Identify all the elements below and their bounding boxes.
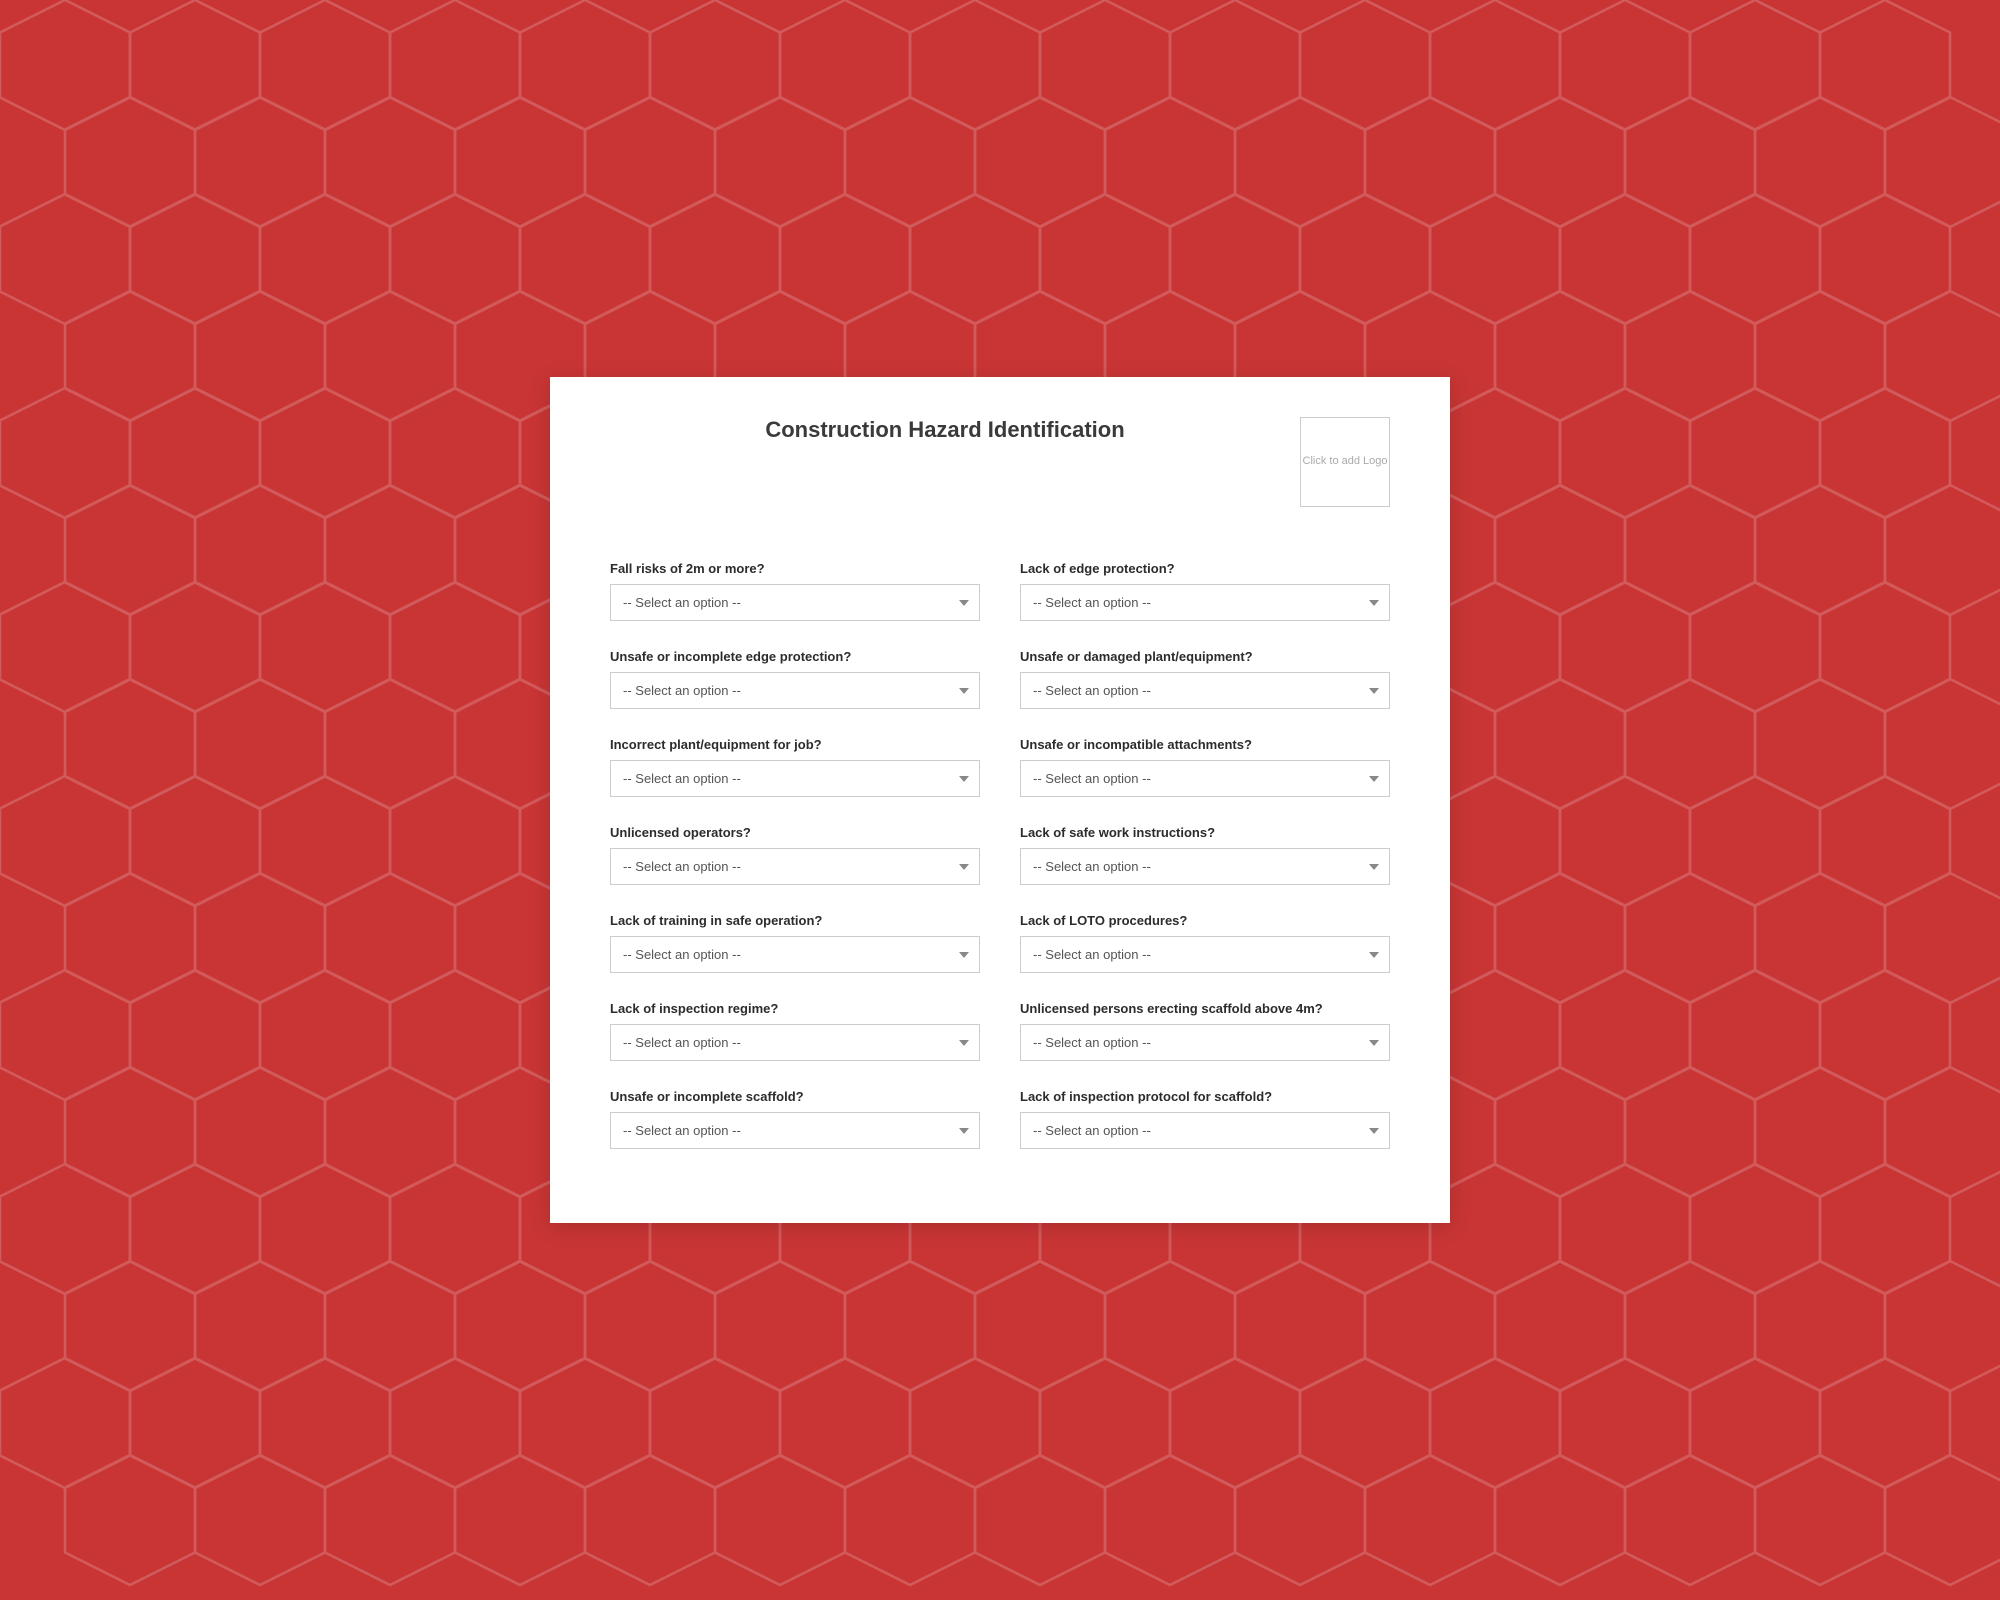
select-unsafe-attachments[interactable]: -- Select an option --YesNoN/A	[1020, 760, 1390, 797]
label-lack-edge-protection: Lack of edge protection?	[1020, 561, 1390, 576]
label-lack-inspection-regime: Lack of inspection regime?	[610, 1001, 980, 1016]
form-group-lack-training: Lack of training in safe operation? -- Se…	[610, 899, 1000, 987]
form-header: Construction Hazard Identification Click…	[610, 417, 1390, 507]
form-group-unlicensed-operators: Unlicensed operators? -- Select an option…	[610, 811, 1000, 899]
form-group-unsafe-scaffold: Unsafe or incomplete scaffold? -- Select …	[610, 1075, 1000, 1163]
label-unsafe-edge-protection: Unsafe or incomplete edge protection?	[610, 649, 980, 664]
label-lack-training: Lack of training in safe operation?	[610, 913, 980, 928]
select-lack-training[interactable]: -- Select an option --YesNoN/A	[610, 936, 980, 973]
select-incorrect-plant[interactable]: -- Select an option --YesNoN/A	[610, 760, 980, 797]
label-lack-loto: Lack of LOTO procedures?	[1020, 913, 1390, 928]
form-grid: Fall risks of 2m or more? -- Select an op…	[610, 547, 1390, 1163]
select-unsafe-edge-protection[interactable]: -- Select an option --YesNoN/A	[610, 672, 980, 709]
form-title-wrapper: Construction Hazard Identification	[610, 417, 1300, 443]
label-fall-risks: Fall risks of 2m or more?	[610, 561, 980, 576]
select-unsafe-scaffold[interactable]: -- Select an option --YesNoN/A	[610, 1112, 980, 1149]
select-lack-edge-protection[interactable]: -- Select an option --YesNoN/A	[1020, 584, 1390, 621]
form-group-unsafe-edge-protection: Unsafe or incomplete edge protection? -- …	[610, 635, 1000, 723]
select-lack-inspection-regime[interactable]: -- Select an option --YesNoN/A	[610, 1024, 980, 1061]
form-group-lack-loto: Lack of LOTO procedures? -- Select an opt…	[1000, 899, 1390, 987]
form-group-incorrect-plant: Incorrect plant/equipment for job? -- Sel…	[610, 723, 1000, 811]
label-unlicensed-operators: Unlicensed operators?	[610, 825, 980, 840]
select-unsafe-damaged-plant[interactable]: -- Select an option --YesNoN/A	[1020, 672, 1390, 709]
label-lack-inspection-protocol: Lack of inspection protocol for scaffold…	[1020, 1089, 1390, 1104]
select-unlicensed-scaffold[interactable]: -- Select an option --YesNoN/A	[1020, 1024, 1390, 1061]
select-lack-inspection-protocol[interactable]: -- Select an option --YesNoN/A	[1020, 1112, 1390, 1149]
label-unlicensed-scaffold: Unlicensed persons erecting scaffold abo…	[1020, 1001, 1390, 1016]
form-title: Construction Hazard Identification	[765, 417, 1124, 443]
label-unsafe-damaged-plant: Unsafe or damaged plant/equipment?	[1020, 649, 1390, 664]
select-lack-loto[interactable]: -- Select an option --YesNoN/A	[1020, 936, 1390, 973]
form-group-lack-edge-protection: Lack of edge protection? -- Select an opt…	[1000, 547, 1390, 635]
logo-box-label: Click to add Logo	[1303, 454, 1388, 469]
label-unsafe-attachments: Unsafe or incompatible attachments?	[1020, 737, 1390, 752]
form-card: Construction Hazard Identification Click…	[550, 377, 1450, 1223]
form-group-lack-safe-work: Lack of safe work instructions? -- Select…	[1000, 811, 1390, 899]
select-lack-safe-work[interactable]: -- Select an option --YesNoN/A	[1020, 848, 1390, 885]
label-unsafe-scaffold: Unsafe or incomplete scaffold?	[610, 1089, 980, 1104]
form-group-lack-inspection-protocol: Lack of inspection protocol for scaffold…	[1000, 1075, 1390, 1163]
logo-upload-box[interactable]: Click to add Logo	[1300, 417, 1390, 507]
label-lack-safe-work: Lack of safe work instructions?	[1020, 825, 1390, 840]
form-group-fall-risks: Fall risks of 2m or more? -- Select an op…	[610, 547, 1000, 635]
label-incorrect-plant: Incorrect plant/equipment for job?	[610, 737, 980, 752]
select-fall-risks[interactable]: -- Select an option --YesNoN/A	[610, 584, 980, 621]
select-unlicensed-operators[interactable]: -- Select an option --YesNoN/A	[610, 848, 980, 885]
form-group-unlicensed-scaffold: Unlicensed persons erecting scaffold abo…	[1000, 987, 1390, 1075]
form-group-unsafe-damaged-plant: Unsafe or damaged plant/equipment? -- Sel…	[1000, 635, 1390, 723]
form-group-unsafe-attachments: Unsafe or incompatible attachments? -- Se…	[1000, 723, 1390, 811]
form-group-lack-inspection-regime: Lack of inspection regime? -- Select an o…	[610, 987, 1000, 1075]
